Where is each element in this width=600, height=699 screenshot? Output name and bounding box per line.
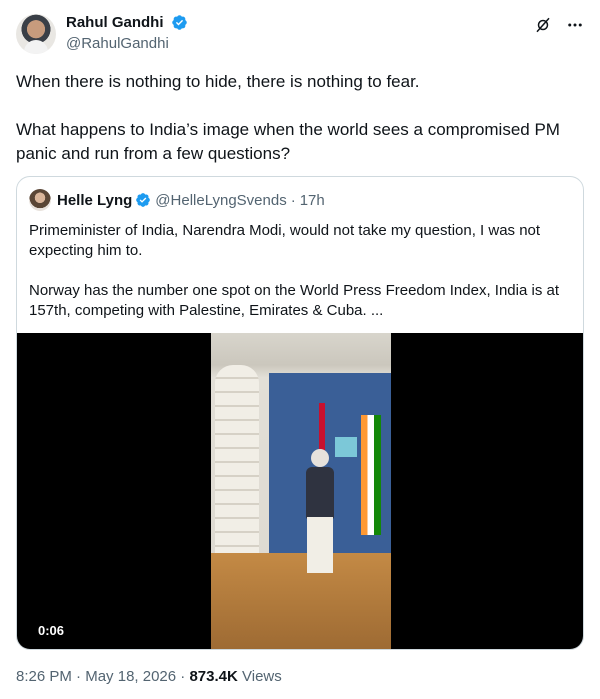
tweet-text: When there is nothing to hide, there is … bbox=[16, 70, 584, 190]
footer-dot-2: · bbox=[180, 668, 186, 685]
quote-header: Helle Lyng @HelleLyngSvends · 17h bbox=[29, 189, 325, 211]
author-handle[interactable]: @RahulGandhi bbox=[66, 35, 188, 52]
author-avatar[interactable] bbox=[16, 14, 56, 54]
person-vest bbox=[306, 467, 334, 519]
india-flag bbox=[361, 415, 381, 535]
walking-person bbox=[303, 449, 337, 579]
quote-time[interactable]: 17h bbox=[300, 192, 325, 209]
quoted-tweet[interactable]: Helle Lyng @HelleLyngSvends · 17h Primem… bbox=[16, 176, 584, 650]
verified-badge-icon bbox=[172, 15, 187, 31]
author-name-block: Rahul Gandhi @RahulGandhi bbox=[66, 14, 188, 52]
views-label: Views bbox=[242, 668, 282, 685]
quote-separator: · bbox=[290, 191, 296, 209]
quote-avatar[interactable] bbox=[29, 189, 51, 211]
quote-paragraph-2: Norway has the number one spot on the Wo… bbox=[29, 282, 559, 319]
video-player[interactable]: 0:06 bbox=[17, 333, 583, 649]
tiled-stove bbox=[215, 365, 259, 565]
tweet-paragraph-1: When there is nothing to hide, there is … bbox=[16, 72, 420, 91]
header-actions bbox=[534, 16, 584, 34]
more-icon[interactable] bbox=[566, 16, 584, 34]
person-head bbox=[311, 449, 329, 467]
author-display-name[interactable]: Rahul Gandhi bbox=[66, 14, 164, 31]
post-date[interactable]: May 18, 2026 bbox=[85, 668, 176, 685]
tweet-paragraph-2: What happens to India’s image when the w… bbox=[16, 120, 560, 163]
teleprompter bbox=[335, 437, 357, 457]
person-legs bbox=[307, 517, 333, 573]
quote-handle[interactable]: @HelleLyngSvends bbox=[155, 192, 286, 209]
quote-verified-badge-icon bbox=[136, 193, 151, 207]
grok-icon[interactable] bbox=[534, 16, 552, 34]
quote-paragraph-1: Primeminister of India, Narendra Modi, w… bbox=[29, 222, 541, 259]
tweet-footer: 8:26 PM · May 18, 2026 · 873.4K Views bbox=[16, 668, 282, 685]
quote-display-name[interactable]: Helle Lyng bbox=[57, 192, 132, 209]
quote-text: Primeminister of India, Narendra Modi, w… bbox=[29, 221, 574, 341]
views-count[interactable]: 873.4K bbox=[189, 668, 237, 685]
wooden-floor bbox=[211, 553, 391, 649]
post-time[interactable]: 8:26 PM bbox=[16, 668, 72, 685]
video-timestamp: 0:06 bbox=[38, 623, 65, 638]
footer-dot: · bbox=[76, 668, 82, 685]
video-frame bbox=[211, 333, 391, 649]
tweet-header: Rahul Gandhi @RahulGandhi bbox=[16, 12, 584, 56]
